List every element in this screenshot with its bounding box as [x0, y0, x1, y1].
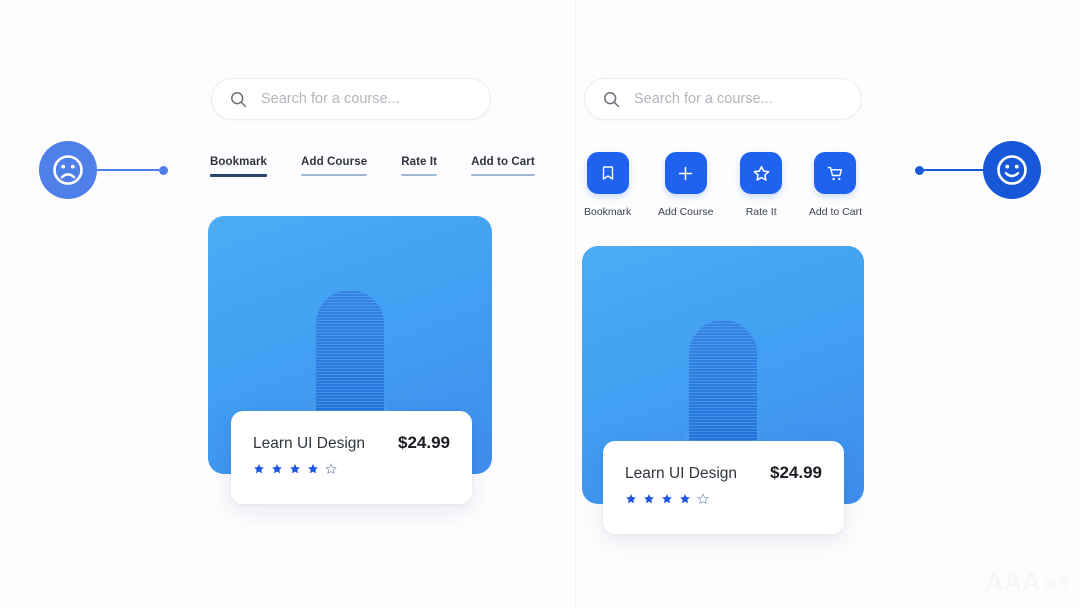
star-filled-icon: [626, 494, 636, 504]
course-title: Learn UI Design: [253, 435, 366, 452]
action-button-rate-it[interactable]: Rate It: [740, 152, 783, 218]
sad-face-icon: [39, 141, 97, 199]
cart-icon: [827, 166, 843, 180]
search-input-right[interactable]: [634, 91, 843, 107]
bookmark-button-surface[interactable]: [586, 152, 629, 194]
action-button-label: Bookmark: [584, 206, 632, 218]
text-link-underline: [401, 174, 438, 176]
left-connector: [97, 165, 168, 175]
text-link-underline: [301, 174, 368, 176]
plus-icon: [678, 166, 693, 180]
course-info-card-left[interactable]: Learn UI Design $24.99: [231, 411, 472, 504]
add-course-button-surface[interactable]: [664, 152, 707, 194]
course-title: Learn UI Design: [625, 465, 738, 482]
text-links-nav: Bookmark Add Course Rate It Add to Cart: [210, 156, 535, 177]
rating-stars[interactable]: [625, 493, 822, 505]
panel-divider: [575, 0, 576, 608]
text-link-add-course[interactable]: Add Course: [301, 156, 368, 176]
action-button-label: Add Course: [657, 206, 714, 218]
action-button-add-course[interactable]: Add Course: [658, 152, 713, 218]
text-link-label: Add to Cart: [471, 156, 535, 168]
connector-line: [924, 169, 986, 171]
screenshot-canvas: Bookmark Add Course Rate It Add to Cart …: [0, 0, 1080, 608]
star-icon: [753, 165, 770, 181]
text-link-underline: [210, 174, 268, 177]
action-buttons-row: Bookmark Add Course Rate It Add to Cart: [584, 152, 862, 218]
search-icon: [603, 91, 620, 108]
star-outline-icon: [325, 463, 337, 475]
text-link-label: Add Course: [301, 156, 368, 168]
rate-it-button-surface[interactable]: [740, 152, 783, 194]
course-info-row: Learn UI Design $24.99: [625, 463, 822, 483]
star-filled-icon: [290, 464, 300, 474]
course-info-card-right[interactable]: Learn UI Design $24.99: [603, 441, 844, 534]
connector-dot: [159, 165, 168, 175]
search-bar-right[interactable]: [584, 78, 862, 120]
course-price: $24.99: [770, 463, 822, 482]
star-filled-icon: [662, 494, 672, 504]
course-price: $24.99: [398, 433, 450, 452]
add-to-cart-button-surface[interactable]: [814, 152, 857, 194]
star-outline-icon: [697, 493, 709, 505]
action-button-add-to-cart[interactable]: Add to Cart: [809, 152, 862, 218]
text-link-underline: [471, 174, 535, 176]
search-bar-left[interactable]: [211, 78, 491, 120]
search-input-left[interactable]: [261, 91, 472, 107]
star-filled-icon: [308, 464, 318, 474]
action-button-bookmark[interactable]: Bookmark: [584, 152, 631, 218]
connector-dot: [915, 165, 924, 175]
text-link-bookmark[interactable]: Bookmark: [210, 156, 268, 177]
left-marker: [39, 141, 97, 199]
text-link-add-to-cart[interactable]: Add to Cart: [471, 156, 535, 176]
search-icon: [230, 91, 247, 108]
right-marker: [983, 141, 1041, 199]
text-link-label: Bookmark: [210, 156, 268, 168]
star-filled-icon: [272, 464, 282, 474]
star-filled-icon: [680, 494, 690, 504]
rating-stars[interactable]: [253, 463, 450, 475]
connector-line: [97, 169, 159, 171]
text-link-rate-it[interactable]: Rate It: [401, 156, 438, 176]
action-button-label: Rate It: [745, 206, 777, 218]
text-link-label: Rate It: [401, 156, 438, 168]
happy-face-icon: [983, 141, 1041, 199]
bookmark-icon: [602, 166, 613, 180]
action-button-label: Add to Cart: [808, 206, 862, 218]
star-filled-icon: [254, 464, 264, 474]
course-info-row: Learn UI Design $24.99: [253, 433, 450, 453]
right-connector: [915, 165, 986, 175]
star-filled-icon: [644, 494, 654, 504]
